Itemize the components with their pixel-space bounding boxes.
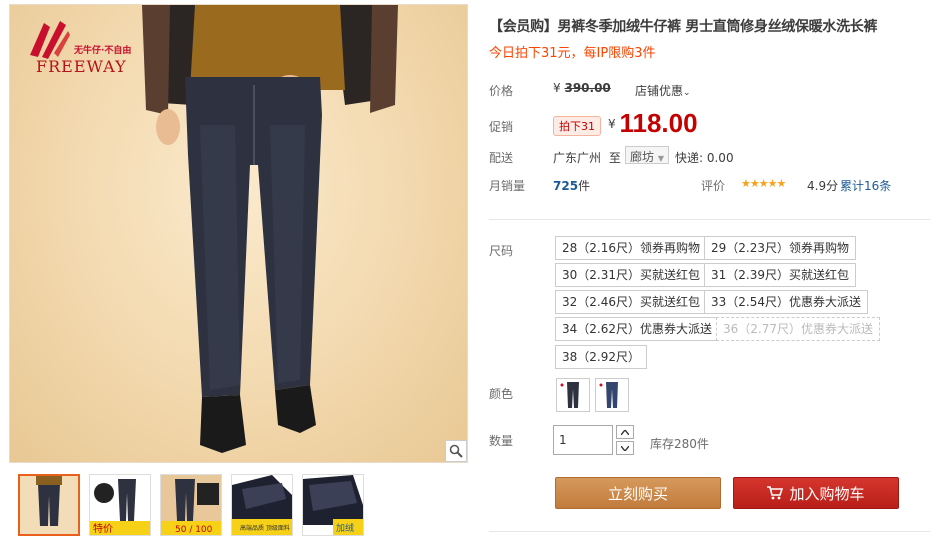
dropdown-arrow-icon: ▼: [657, 154, 664, 163]
size-option-31[interactable]: 31（2.39尺）买就送红包: [704, 263, 856, 287]
rating-score: 4.9分: [807, 179, 839, 193]
promo-tag: 拍下31: [553, 116, 601, 136]
promo-price-value: 118.00: [619, 108, 698, 138]
size-label: 尺码: [489, 244, 514, 258]
add-to-cart-label: 加入购物车: [789, 484, 865, 503]
reviews-link[interactable]: 累计16条: [840, 177, 891, 194]
thumbnail-caption: 特价: [93, 523, 113, 535]
buy-now-label: 立刻购买: [607, 484, 668, 503]
monthly-sales: 725件: [553, 177, 590, 194]
color-option-2[interactable]: [595, 378, 629, 412]
brand-name: FREEWAY: [36, 57, 127, 76]
sales-count: 725: [553, 179, 579, 193]
buy-now-button[interactable]: 立刻购买: [555, 477, 721, 509]
thumbnail-2[interactable]: 特价: [89, 474, 151, 536]
promo-price: ¥ 118.00: [608, 108, 698, 139]
size-option-30[interactable]: 30（2.31尺）买就送红包: [555, 263, 707, 287]
chevron-up-icon: [621, 429, 629, 435]
size-option-28[interactable]: 28（2.16尺）领券再购物: [555, 236, 707, 260]
color-option-1[interactable]: [556, 378, 590, 412]
thumbnail-caption: 加绒: [336, 522, 354, 534]
size-option-29[interactable]: 29（2.23尺）领券再购物: [704, 236, 856, 260]
rating-stars: ★★★★★: [741, 177, 786, 190]
original-price-value: 390.00: [564, 81, 611, 95]
thumbnail-caption: 高端品质 顶级面料: [240, 524, 290, 532]
divider: [489, 531, 930, 532]
chevron-down-icon: [621, 445, 629, 451]
size-option-33[interactable]: 33（2.54尺）优惠券大派送: [704, 290, 868, 314]
thumbnail-4[interactable]: 高端品质 顶级面料: [231, 474, 293, 536]
rating-label: 评价: [701, 179, 726, 193]
brand-logo: 无牛仔·不自由 FREEWAY: [22, 17, 142, 77]
quantity-label: 数量: [489, 434, 514, 448]
thumbnail-caption: 50 / 100: [175, 525, 213, 535]
ship-from-city: 广东广州: [553, 151, 602, 165]
price-label: 价格: [489, 84, 514, 98]
product-subtitle: 今日拍下31元，每IP限购3件: [489, 46, 656, 61]
color-label: 颜色: [489, 387, 514, 401]
model-in-jeans-photo: [142, 5, 398, 453]
chevron-down-icon: ⌄: [683, 88, 691, 98]
color-swatch-blue-jeans: [599, 382, 618, 408]
stock-count: 库存280件: [650, 437, 709, 451]
quantity-input[interactable]: [553, 425, 613, 455]
express-fee: 快递: 0.00: [675, 151, 734, 165]
quantity-increase-button[interactable]: [616, 425, 634, 439]
ship-to-city: 廊坊: [630, 150, 655, 164]
promo-label: 促销: [489, 120, 514, 134]
original-price: ¥ 390.00: [553, 81, 611, 95]
product-title: 【会员购】男裤冬季加绒牛仔裤 男士直筒修身丝绒保暖水洗长裤: [489, 19, 878, 35]
currency-symbol: ¥: [553, 81, 561, 95]
currency-symbol: ¥: [608, 117, 616, 131]
magnifier-icon: [449, 444, 463, 458]
monthly-sales-label: 月销量: [489, 179, 526, 193]
main-product-image[interactable]: 无牛仔·不自由 FREEWAY: [9, 4, 468, 463]
brand-slogan: 无牛仔·不自由: [74, 46, 132, 56]
thumbnail-5[interactable]: 加绒: [302, 474, 364, 536]
ship-from: 广东广州 至: [553, 149, 621, 166]
thumbnail-strip: 特价 50 / 100 高端品质 顶级面料 加绒: [18, 474, 364, 536]
add-to-cart-button[interactable]: 加入购物车: [733, 477, 899, 509]
divider: [489, 219, 930, 220]
quantity-decrease-button[interactable]: [616, 441, 634, 455]
shop-promo-label: 店铺优惠: [635, 84, 684, 98]
ship-to-word: 至: [608, 151, 621, 165]
zoom-button[interactable]: [445, 440, 467, 462]
size-option-38[interactable]: 38（2.92尺）: [555, 345, 647, 369]
color-swatch-dark-jeans: [560, 382, 579, 408]
size-option-34[interactable]: 34（2.62尺）优惠券大派送: [555, 317, 719, 341]
thumbnail-1[interactable]: [18, 474, 80, 536]
cart-icon: [767, 486, 784, 500]
sales-unit: 件: [578, 179, 591, 193]
size-option-32[interactable]: 32（2.46尺）买就送红包: [555, 290, 707, 314]
shop-promo-dropdown[interactable]: 店铺优惠⌄: [635, 82, 691, 99]
shipping-label: 配送: [489, 151, 514, 165]
ship-to-select[interactable]: 廊坊 ▼: [625, 146, 669, 164]
thumbnail-3[interactable]: 50 / 100: [160, 474, 222, 536]
size-option-36-disabled: 36（2.77尺）优惠券大派送: [716, 317, 880, 341]
